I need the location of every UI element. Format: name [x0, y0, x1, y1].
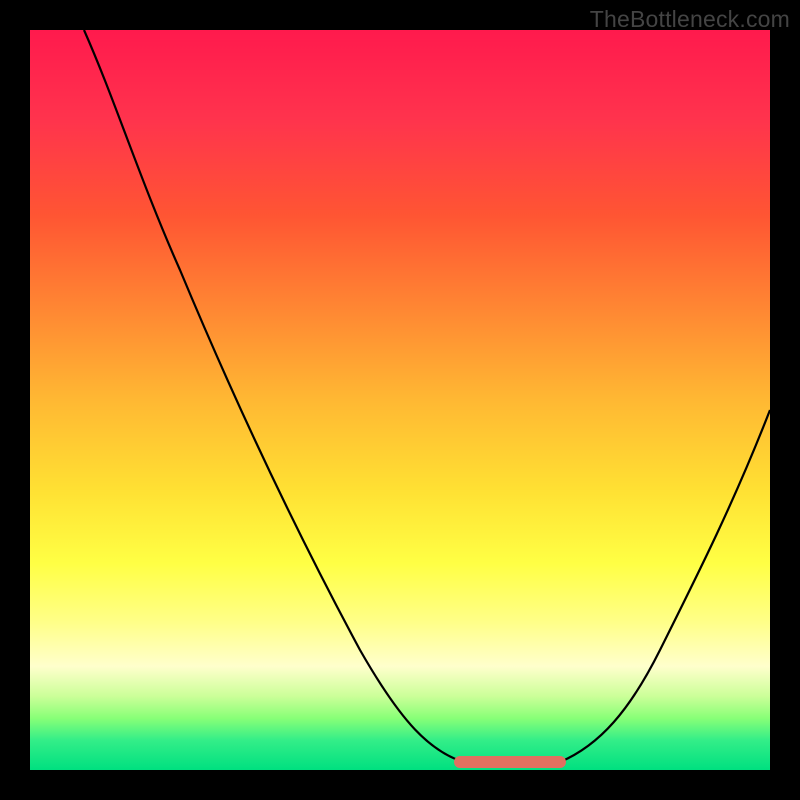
valley-highlight-segment [454, 756, 566, 768]
plot-gradient-area [30, 30, 770, 770]
curve-left-arm [84, 30, 470, 764]
watermark-text: TheBottleneck.com [590, 6, 790, 33]
curve-right-arm [560, 410, 770, 762]
curve-svg [30, 30, 770, 770]
chart-frame: TheBottleneck.com [0, 0, 800, 800]
